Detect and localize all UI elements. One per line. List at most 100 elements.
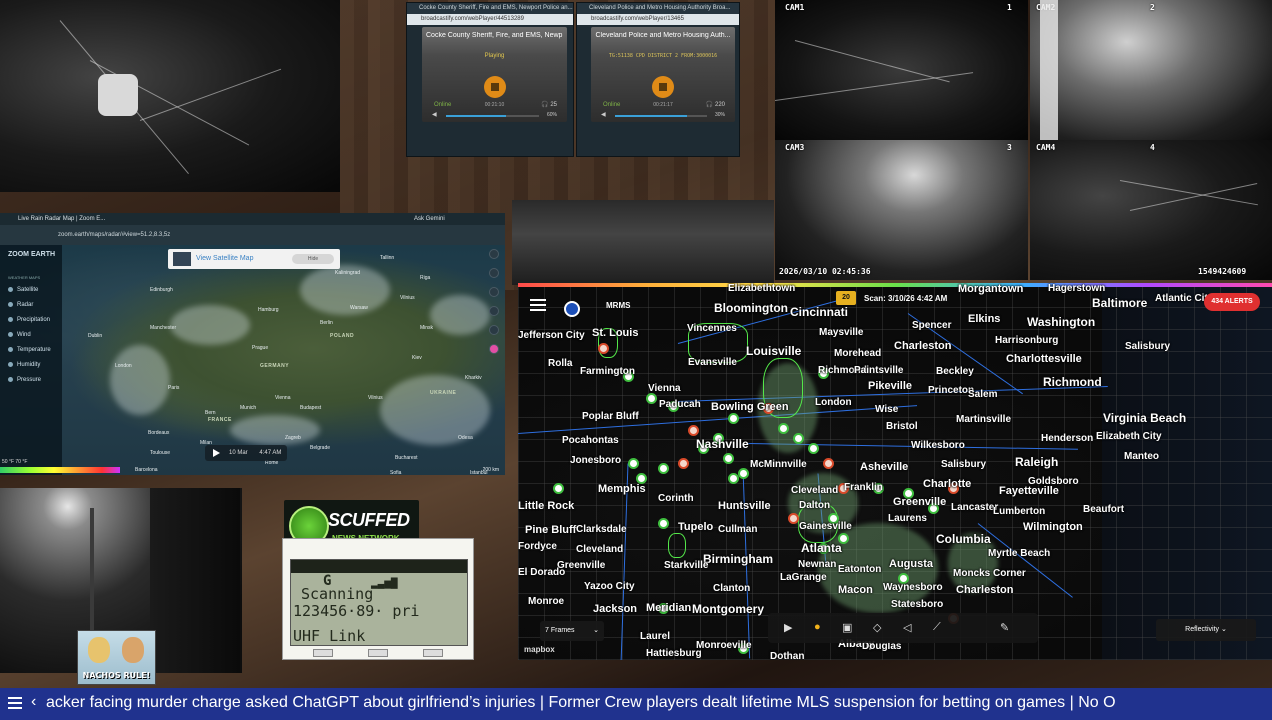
city-label: Beaufort	[1083, 504, 1125, 515]
city-label: Tupelo	[678, 521, 714, 533]
frames-select[interactable]: 7 Frames ⌄	[540, 621, 604, 641]
radar-map-europe[interactable]: Edinburgh Dublin Manchester London Hamburg Be…	[0, 245, 505, 475]
city-label: Morehead	[834, 348, 882, 359]
storm-report-marker[interactable]	[728, 473, 739, 484]
city-label: Monroeville	[696, 640, 752, 651]
stop-button[interactable]	[483, 76, 506, 98]
storm-report-marker[interactable]	[723, 453, 734, 464]
polygon-icon[interactable]: ◇	[873, 621, 881, 634]
share-icon[interactable]	[489, 306, 499, 316]
city-label: Huntsville	[718, 500, 771, 512]
hamburger-menu-icon[interactable]	[8, 697, 22, 709]
browser-tabs[interactable]: Live Rain Radar Map | Zoom E... Ask Gemi…	[0, 213, 505, 225]
scan-badge: 20	[836, 291, 856, 305]
marker-icon[interactable]: ●	[814, 621, 821, 633]
storm-report-marker[interactable]	[738, 468, 749, 479]
layer-pressure[interactable]: Pressure	[8, 377, 41, 383]
outdoor-camera-feed-1	[0, 0, 340, 192]
map-label: Minsk	[420, 325, 434, 331]
radar-map-southeast-us[interactable]: Bloomington Cincinnati Baltimore Atlantic C…	[518, 283, 1272, 660]
hide-banner-button[interactable]: Hide	[292, 254, 334, 264]
ruler-icon[interactable]: ⟋	[933, 621, 941, 634]
layers-icon[interactable]	[489, 287, 499, 297]
storm-report-marker[interactable]	[808, 443, 819, 454]
volume-icon: ◀	[601, 112, 606, 118]
fullscreen-icon[interactable]	[489, 325, 499, 335]
layer-precipitation[interactable]: Precipitation	[8, 317, 50, 323]
storm-report-marker[interactable]	[658, 518, 669, 529]
tab-zoom-earth[interactable]: Live Rain Radar Map | Zoom E...	[18, 216, 105, 222]
audio-player: Cocke County Sheriff, Fire, and EMS, New…	[422, 27, 567, 122]
layer-temperature[interactable]: Temperature	[8, 347, 51, 353]
storm-report-marker[interactable]	[793, 433, 804, 444]
layer-icon	[8, 302, 13, 307]
storm-report-marker[interactable]	[553, 483, 564, 494]
city-label: Washington	[1027, 315, 1096, 329]
screenshot-icon[interactable]: ▣	[842, 621, 852, 634]
map-label: Riga	[420, 275, 431, 281]
hamburger-menu-icon[interactable]	[530, 299, 546, 311]
city-label: St. Louis	[592, 327, 639, 339]
browser-tab[interactable]: Cocke County Sheriff, Fire and EMS, Newp…	[407, 3, 573, 14]
storm-report-marker[interactable]	[728, 413, 739, 424]
radar-toggle-icon[interactable]	[489, 344, 499, 354]
scan-time: Scan: 3/10/26 4:42 AM	[864, 294, 948, 303]
map-toolbar[interactable]: ▶ ● ▣ ◇ ◁ ⟋ ✎	[768, 613, 1038, 643]
search-icon[interactable]	[489, 249, 499, 259]
city-label: Salem	[968, 389, 998, 400]
city-label: Bloomington	[714, 301, 788, 315]
satellite-banner[interactable]: View Satellite Map Hide	[168, 249, 340, 269]
storm-report-marker[interactable]	[628, 458, 639, 469]
cctv-cam3: CAM3 3 2026/03/10 02:45:36	[775, 140, 1028, 280]
address-bar[interactable]: broadcastify.com/webPlayer/13465	[577, 14, 739, 25]
ticker-text: acker facing murder charge asked ChatGPT…	[46, 694, 1116, 711]
map-label: Manchester	[150, 325, 177, 331]
volume-slider[interactable]: ◀ 60%	[432, 112, 557, 118]
pencil-icon[interactable]: ✎	[1000, 621, 1009, 634]
door-frame	[1040, 0, 1058, 140]
layer-radar[interactable]: Radar	[8, 302, 33, 308]
layer-humidity[interactable]: Humidity	[8, 362, 40, 368]
timeline-play-button[interactable]: 10 Mar 4:47 AM	[205, 445, 287, 461]
volume-slider[interactable]: ◀ 30%	[601, 112, 725, 118]
zoom-earth-window[interactable]: Live Rain Radar Map | Zoom E... Ask Gemi…	[0, 213, 505, 475]
city-label: Rolla	[548, 358, 573, 369]
scanner-window-1[interactable]: Cocke County Sheriff, Fire and EMS, Newp…	[406, 2, 574, 157]
triangle-icon[interactable]: ◁	[903, 621, 911, 634]
browser-tab[interactable]: Cleveland Police and Metro Housing Autho…	[577, 3, 739, 14]
storm-report-marker[interactable]	[646, 393, 657, 404]
map-label: UKRAINE	[430, 390, 457, 396]
storm-report-marker[interactable]	[778, 423, 789, 434]
play-icon[interactable]: ▶	[784, 621, 792, 634]
storm-report-marker[interactable]	[598, 343, 609, 354]
broadcast-icon[interactable]	[564, 301, 580, 317]
city-label: Fayetteville	[999, 485, 1059, 497]
scanner-window-2[interactable]: Cleveland Police and Metro Housing Autho…	[576, 2, 740, 157]
address-bar[interactable]: zoom.earth/maps/radar/#view=51.2,8.3,5z	[0, 225, 505, 245]
city-label: Augusta	[889, 558, 933, 570]
storm-report-marker[interactable]	[788, 513, 799, 524]
tab-ask-gemini[interactable]: Ask Gemini	[414, 213, 445, 225]
storm-report-marker[interactable]	[678, 458, 689, 469]
radar-product-select[interactable]: MRMS	[606, 301, 630, 310]
layer-satellite[interactable]: Satellite	[8, 287, 38, 293]
map-label: Vienna	[275, 395, 291, 401]
city-label: Elizabethtown	[728, 283, 796, 294]
storm-report-marker[interactable]	[658, 463, 669, 474]
layer-select[interactable]: Reflectivity ⌄	[1156, 619, 1256, 641]
layer-wind[interactable]: Wind	[8, 332, 31, 338]
alerts-button[interactable]: 434 ALERTS	[1204, 293, 1260, 311]
cctv-cam2: CAM2 2	[1030, 0, 1272, 140]
map-label: Kiev	[412, 355, 422, 361]
map-controls[interactable]	[489, 249, 501, 363]
location-icon[interactable]	[489, 268, 499, 278]
map-label: Warsaw	[350, 305, 368, 311]
city-label: Vincennes	[687, 323, 737, 334]
storm-report-marker[interactable]	[823, 458, 834, 469]
satellite-banner-text[interactable]: View Satellite Map	[196, 255, 253, 262]
city-label: Eatonton	[838, 564, 882, 575]
stop-button[interactable]	[652, 76, 674, 98]
city-label: Cincinnati	[790, 305, 849, 319]
storm-report-marker[interactable]	[688, 425, 699, 436]
address-bar[interactable]: broadcastify.com/webPlayer/44513289	[407, 14, 573, 25]
